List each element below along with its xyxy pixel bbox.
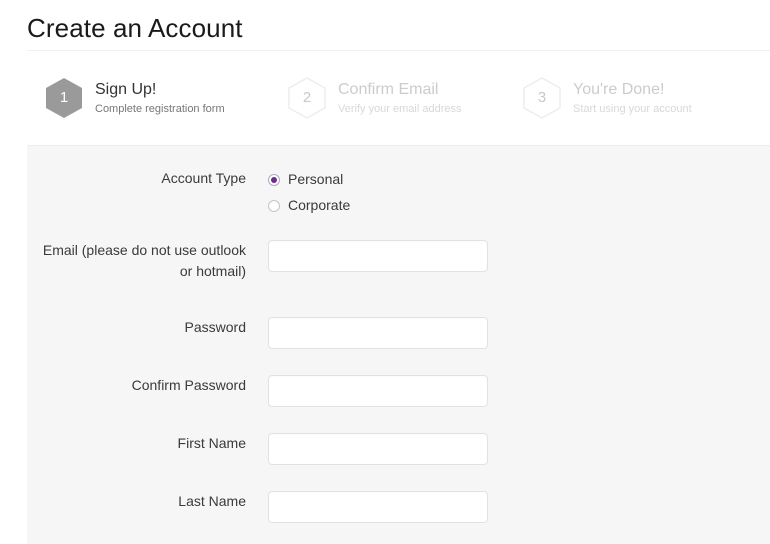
- email-control: [268, 240, 517, 272]
- step-title: Sign Up!: [95, 80, 157, 98]
- step-subtitle: Complete registration form: [95, 102, 225, 115]
- step-item-confirm-email[interactable]: 2 Confirm Email Verify your email addres…: [287, 76, 522, 120]
- form-row-password: Password: [27, 317, 517, 349]
- registration-step-indicator: 1 Sign Up! Complete registration form 2 …: [0, 51, 770, 145]
- first-name-control: [268, 433, 517, 465]
- step-item-sign-up[interactable]: 1 Sign Up! Complete registration form: [44, 76, 287, 120]
- first-name-label: First Name: [177, 435, 246, 451]
- step-title: Confirm Email: [338, 80, 439, 98]
- radio-mark-personal-icon[interactable]: [268, 173, 280, 186]
- step-text: Sign Up! Complete registration form: [95, 80, 225, 117]
- radio-mark-corporate-icon[interactable]: [268, 199, 280, 212]
- confirm-password-label: Confirm Password: [131, 377, 246, 393]
- radio-option-personal[interactable]: Personal: [268, 169, 517, 190]
- form-row-account-type: Account Type Personal Corporate: [27, 168, 517, 221]
- password-control: [268, 317, 517, 349]
- account-type-label: Account Type: [161, 170, 246, 186]
- confirm-password-input[interactable]: [268, 375, 488, 407]
- last-name-input[interactable]: [268, 491, 488, 523]
- step-text: Confirm Email Verify your email address: [338, 80, 462, 117]
- step-number: 1: [59, 89, 69, 106]
- hexagon-step-2-icon: 2: [287, 76, 327, 120]
- step-number: 3: [537, 89, 547, 106]
- page-title: Create an Account: [27, 13, 243, 43]
- email-label: Email (please do not use outlook or hotm…: [42, 242, 246, 279]
- hexagon-step-1-icon: 1: [44, 76, 84, 120]
- radio-label-corporate: Corporate: [288, 197, 351, 213]
- form-row-first-name: First Name: [27, 433, 517, 465]
- step-title: You're Done!: [573, 80, 665, 98]
- last-name-label: Last Name: [178, 493, 246, 509]
- last-name-control: [268, 491, 517, 523]
- step-number: 2: [302, 89, 312, 106]
- password-input[interactable]: [268, 317, 488, 349]
- first-name-input[interactable]: [268, 433, 488, 465]
- form-row-last-name: Last Name: [27, 491, 517, 523]
- step-subtitle: Verify your email address: [338, 102, 462, 115]
- email-input[interactable]: [268, 240, 488, 272]
- form-row-confirm-password: Confirm Password: [27, 375, 517, 407]
- registration-form-panel: Account Type Personal Corporate Email (p…: [27, 145, 770, 544]
- hexagon-step-3-icon: 3: [522, 76, 562, 120]
- step-text: You're Done! Start using your account: [573, 80, 692, 117]
- password-label: Password: [184, 319, 246, 335]
- step-item-youre-done[interactable]: 3 You're Done! Start using your account: [522, 76, 752, 120]
- radio-label-personal: Personal: [288, 171, 344, 187]
- radio-option-corporate[interactable]: Corporate: [268, 195, 517, 216]
- account-type-radio-group[interactable]: Personal Corporate: [268, 168, 517, 221]
- step-subtitle: Start using your account: [573, 102, 692, 115]
- form-row-email: Email (please do not use outlook or hotm…: [27, 240, 517, 282]
- confirm-password-control: [268, 375, 517, 407]
